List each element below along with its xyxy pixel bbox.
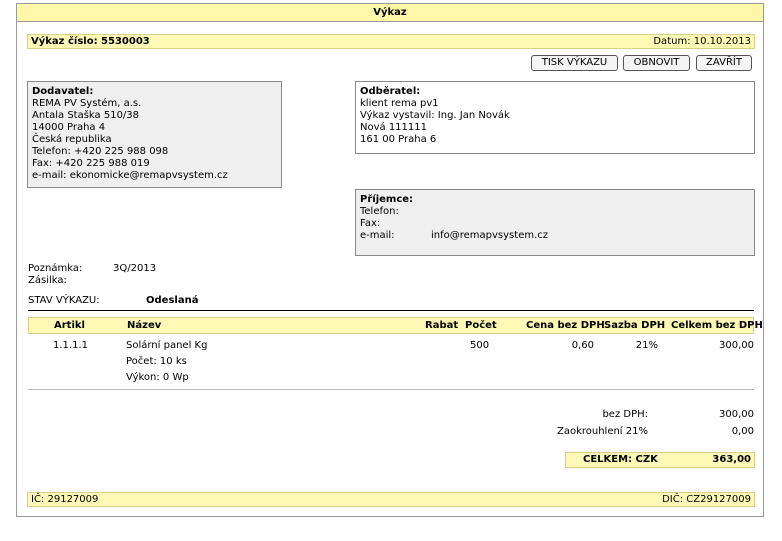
col-price: Cena bez DPH: [526, 320, 605, 331]
supplier-line: 14000 Praha 4: [32, 122, 106, 133]
customer-box: Odběratel: klient rema pv1 Výkaz vystavi…: [355, 81, 755, 154]
total-label: CELKEM: CZK: [583, 454, 658, 465]
customer-line: 161 00 Praha 6: [360, 134, 437, 145]
recipient-email-label: e-mail:: [360, 230, 395, 241]
recipient-email: info@remapvsystem.cz: [431, 230, 549, 241]
company-id: IČ: 29127009: [31, 494, 99, 505]
shipment-label: Zásilka:: [28, 275, 67, 286]
status-badge: Odeslaná: [146, 295, 199, 306]
report-number: Výkaz číslo: 5530003: [31, 36, 150, 47]
divider: [28, 389, 754, 390]
col-discount: Rabat: [425, 320, 459, 331]
recipient-box: Příjemce: Telefon: Fax: e-mail: info@rem…: [355, 189, 755, 256]
status-label: STAV VÝKAZU:: [28, 295, 100, 306]
supplier-email: e-mail: ekonomicke@remapvsystem.cz: [32, 170, 228, 181]
cell-name: Solární panel Kg: [126, 340, 208, 351]
window-title: Výkaz: [17, 4, 763, 22]
table-row: 1.1.1.1 Solární panel Kg Počet: 10 ks Vý…: [28, 338, 754, 386]
cell-detail: Počet: 10 ks: [126, 356, 187, 367]
cell-price: 0,60: [571, 340, 594, 351]
col-total: Celkem bez DPH: [671, 320, 763, 331]
note-value: 3Q/2013: [113, 263, 157, 274]
customer-line: Nová 111111: [360, 122, 427, 133]
supplier-line: Telefon: +420 225 988 098: [32, 146, 169, 157]
net-label: bez DPH:: [602, 409, 648, 420]
cell-total: 300,00: [719, 340, 754, 351]
cell-count: 500: [470, 340, 490, 351]
supplier-line: Česká republika: [32, 134, 112, 145]
col-article: Artikl: [54, 320, 85, 331]
col-vat-rate: Sazba DPH: [604, 320, 666, 331]
customer-line: Výkaz vystavil: Ing. Jan Novák: [360, 110, 510, 121]
cell-article: 1.1.1.1: [53, 340, 88, 351]
table-header: Artikl Název Rabat Počet Cena bez DPH Sa…: [28, 317, 763, 334]
cell-detail: Výkon: 0 Wp: [126, 372, 189, 383]
supplier-line: REMA PV Systém, a.s.: [32, 98, 142, 109]
print-report-button[interactable]: TISK VÝKAZU: [531, 55, 618, 71]
divider: [28, 310, 754, 311]
footer-bar: IČ: 29127009 DIČ: CZ29127009: [27, 492, 755, 507]
note-label: Poznámka:: [28, 263, 83, 274]
supplier-heading: Dodavatel:: [32, 86, 94, 97]
refresh-button[interactable]: OBNOVIT: [623, 55, 690, 71]
supplier-line: Antala Staška 510/38: [32, 110, 140, 121]
report-date: Datum: 10.10.2013: [653, 36, 751, 47]
rounding-value: 0,00: [731, 426, 754, 437]
report-number-bar: Výkaz číslo: 5530003 Datum: 10.10.2013: [27, 34, 755, 49]
recipient-fax-label: Fax:: [360, 218, 381, 229]
vat-id: DIČ: CZ29127009: [662, 494, 751, 505]
recipient-heading: Příjemce:: [360, 194, 414, 205]
col-count: Počet: [465, 320, 497, 331]
close-button[interactable]: ZAVŘÍT: [696, 55, 752, 71]
customer-heading: Odběratel:: [360, 86, 421, 97]
net-value: 300,00: [719, 409, 754, 420]
total-value: 363,00: [712, 454, 751, 465]
supplier-line: Fax: +420 225 988 019: [32, 158, 150, 169]
customer-line: klient rema pv1: [360, 98, 439, 109]
total-bar: CELKEM: CZK 363,00: [565, 452, 755, 468]
cell-vat-rate: 21%: [635, 340, 658, 351]
supplier-box: Dodavatel: REMA PV Systém, a.s. Antala S…: [27, 81, 282, 188]
rounding-label: Zaokrouhlení 21%: [556, 426, 648, 437]
col-name: Název: [127, 320, 162, 331]
recipient-phone-label: Telefon:: [360, 206, 399, 217]
